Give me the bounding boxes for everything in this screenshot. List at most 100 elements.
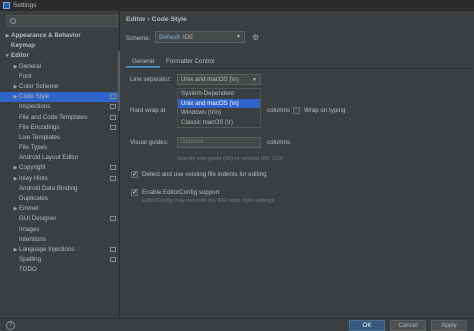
sidebar-item-label: Copyright: [19, 164, 46, 172]
tab-divider: [126, 68, 471, 69]
detect-indents-checkbox[interactable]: [131, 170, 138, 178]
chevron-down-icon: ▼: [252, 77, 257, 83]
search-icon: [10, 18, 16, 24]
sidebar-item-todo[interactable]: TODO: [0, 265, 120, 275]
visual-guides-unit: columns: [267, 139, 291, 146]
sidebar-item-appearance-behavior[interactable]: ▶ Appearance & Behavior: [0, 31, 120, 41]
visual-guides-hint: Specify one guide (80) or several (80, 1…: [177, 156, 284, 162]
line-separator-option[interactable]: System-Dependent: [178, 89, 260, 99]
sidebar-item-inlay-hints[interactable]: ▶ Inlay Hints: [0, 174, 120, 184]
line-separator-option[interactable]: Windows (\r\n): [178, 108, 260, 118]
wrap-on-typing-checkbox[interactable]: [293, 107, 300, 114]
line-separator-label: Line separator:: [130, 76, 172, 83]
project-scope-icon: [110, 104, 116, 110]
sidebar-item-label: Live Templates: [19, 133, 61, 141]
sidebar-item-label: Font: [19, 72, 32, 80]
sidebar-item-general[interactable]: ▶ General: [0, 62, 120, 72]
sidebar-item-label: TODO: [19, 266, 37, 274]
line-separator-options: System-Dependent Unix and macOS (\n) Windo…: [177, 88, 261, 128]
sidebar-item-label: Editor: [11, 52, 29, 60]
sidebar-scrollbar[interactable]: [118, 51, 120, 111]
cancel-button[interactable]: Cancel: [390, 320, 426, 331]
apply-button[interactable]: Apply: [431, 320, 467, 331]
sidebar-item-label: Images: [19, 225, 40, 233]
app-icon: [3, 2, 10, 9]
sidebar-item-file-and-code-templates[interactable]: File and Code Templates: [0, 113, 120, 123]
sidebar-item-live-templates[interactable]: Live Templates: [0, 133, 120, 143]
chevron-right-icon[interactable]: ▶: [12, 245, 19, 255]
chevron-right-icon[interactable]: ▶: [4, 31, 11, 41]
chevron-right-icon[interactable]: ▶: [12, 163, 19, 173]
sidebar-item-spelling[interactable]: Spelling: [0, 255, 120, 265]
help-icon[interactable]: ?: [6, 321, 15, 330]
sidebar-item-intentions[interactable]: Intentions: [0, 235, 120, 245]
sidebar-item-label: Appearance & Behavior: [11, 32, 81, 39]
tab-general[interactable]: General: [126, 56, 161, 68]
sidebar-item-language-injections[interactable]: ▶ Language Injections: [0, 245, 120, 255]
sidebar-item-label: File Types: [19, 144, 48, 152]
detect-indents-label: Detect and use existing file indents for…: [142, 171, 267, 178]
tab-bar: General Formatter Control: [126, 56, 221, 68]
line-separator-option[interactable]: Classic macOS (\r): [178, 118, 260, 128]
sidebar-item-keymap[interactable]: Keymap: [0, 41, 120, 51]
chevron-right-icon[interactable]: ▶: [12, 62, 19, 72]
chevron-right-icon[interactable]: ▶: [12, 82, 19, 92]
line-separator-dropdown[interactable]: Unix and macOS (\n) ▼: [177, 74, 261, 85]
sidebar-item-label: Android Data Binding: [19, 184, 78, 192]
scheme-dropdown[interactable]: Default IDE ▼: [155, 31, 245, 43]
editorconfig-checkbox[interactable]: [131, 188, 138, 196]
sidebar-item-label: Intentions: [19, 235, 46, 243]
project-scope-icon: [110, 114, 116, 120]
sidebar-item-code-style[interactable]: ▶ Code Style: [0, 92, 120, 103]
sidebar-item-file-encodings[interactable]: File Encodings: [0, 123, 120, 133]
sidebar-item-editor[interactable]: ▼Editor: [0, 51, 120, 61]
project-scope-icon: [110, 257, 116, 263]
sidebar-item-android-data-binding[interactable]: Android Data Binding: [0, 184, 120, 194]
project-scope-icon: [110, 165, 116, 171]
sidebar-item-label: Inspections: [19, 103, 51, 111]
sidebar-item-label: Android Layout Editor: [19, 154, 79, 162]
breadcrumb: Editor › Code Style: [126, 16, 187, 23]
sidebar-item-images[interactable]: Images: [0, 225, 120, 235]
dialog-footer: ? OK Cancel Apply: [0, 318, 474, 331]
sidebar-item-font[interactable]: Font: [0, 72, 120, 82]
sidebar-item-color-scheme[interactable]: ▶ Color Scheme: [0, 82, 120, 92]
sidebar-item-label: Code Style: [19, 93, 50, 101]
gear-icon[interactable]: ⚙: [252, 33, 259, 42]
sidebar-item-label: Color Scheme: [19, 82, 59, 90]
settings-search-input[interactable]: [6, 15, 118, 27]
sidebar-item-label: Duplicates: [19, 195, 48, 202]
tab-formatter-control[interactable]: Formatter Control: [160, 56, 220, 68]
sidebar-item-file-types[interactable]: File Types: [0, 143, 120, 153]
chevron-right-icon[interactable]: ▶: [12, 204, 19, 214]
chevron-down-icon: ▼: [236, 34, 241, 40]
project-scope-icon: [110, 124, 116, 130]
sidebar-item-inspections[interactable]: Inspections: [0, 102, 120, 112]
sidebar-item-label: General: [19, 62, 42, 70]
wrap-on-typing-label: Wrap on typing: [304, 107, 346, 114]
sidebar-item-copyright[interactable]: ▶ Copyright: [0, 163, 120, 173]
sidebar-item-android-layout-editor[interactable]: Android Layout Editor: [0, 153, 120, 163]
ok-button[interactable]: OK: [349, 320, 385, 331]
project-scope-icon: [110, 246, 116, 252]
visual-guides-input[interactable]: Optional: [177, 137, 261, 148]
line-separator-option[interactable]: Unix and macOS (\n): [178, 98, 260, 108]
window-title: Settings: [13, 2, 37, 9]
project-scope-icon: [110, 94, 116, 100]
hard-wrap-label: Hard wrap at: [130, 107, 166, 114]
sidebar-item-emmet[interactable]: ▶ Emmet: [0, 204, 120, 214]
visual-guides-label: Visual guides:: [130, 139, 169, 146]
sidebar-item-label: Inlay Hints: [19, 174, 48, 182]
editorconfig-hint: EditorConfig may override the IDE code s…: [142, 198, 275, 204]
sidebar-item-gui-designer[interactable]: GUI Designer: [0, 214, 120, 224]
sidebar-item-label: GUI Designer: [19, 215, 57, 223]
sidebar-item-duplicates[interactable]: Duplicates: [0, 194, 120, 204]
scheme-label: Scheme:: [126, 35, 151, 42]
sidebar-item-label: Keymap: [11, 42, 36, 50]
hard-wrap-unit: columns: [267, 107, 291, 114]
sidebar-item-label: Language Injections: [19, 245, 75, 253]
chevron-down-icon[interactable]: ▼: [4, 51, 11, 61]
project-scope-icon: [110, 175, 116, 181]
chevron-right-icon[interactable]: ▶: [12, 174, 19, 184]
chevron-right-icon[interactable]: ▶: [12, 92, 19, 102]
